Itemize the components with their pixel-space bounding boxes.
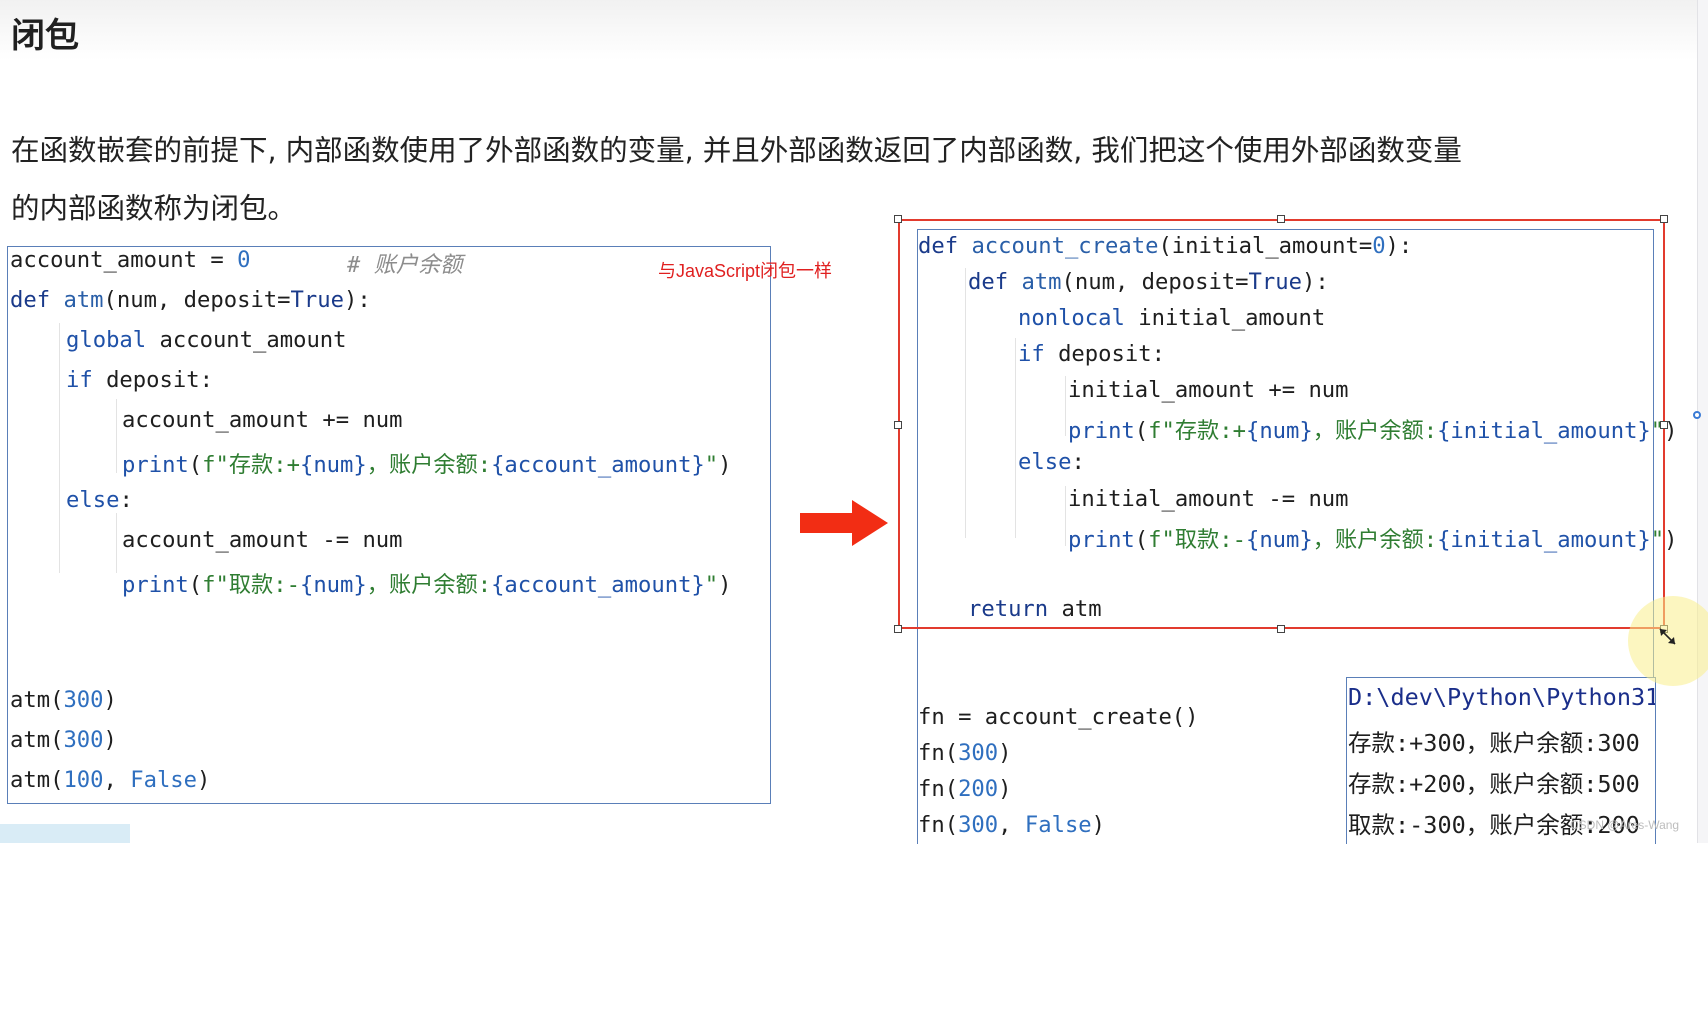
code-interp: {account_amount} [491,452,705,478]
code-number: 300 [63,727,104,753]
code-text: ) [718,572,732,598]
code-string: " [704,572,719,598]
code-string: ，账户余额: [366,452,492,478]
resize-handle-bottom-left[interactable] [894,625,902,633]
code-text: , [998,812,1025,838]
code-text: ) [718,452,732,478]
code-call-4: fn(300, False) [918,812,1105,838]
code-string: " [704,452,719,478]
code-keyword: False [1024,812,1092,838]
code-function: print [122,452,189,478]
indent-guide [59,323,60,573]
code-interp: {account_amount} [491,572,705,598]
code-text: ) [103,687,117,713]
code-line-2: def atm(num, deposit=True): [10,287,371,313]
code-call-1: fn = account_create() [918,704,1199,730]
code-keyword: def [10,287,64,313]
code-function: print [122,572,189,598]
code-text: ) [998,776,1012,802]
code-function: atm [63,287,104,313]
code-number: 300 [958,740,999,766]
description-line-2: 的内部函数称为闭包。 [11,192,297,225]
code-line-1: account_amount = 0 [10,247,250,273]
code-number: 300 [63,687,104,713]
console-line-2: 存款:+200，账户余额:500 [1348,770,1640,798]
code-call-2: atm(300) [10,727,117,753]
code-keyword: else [66,487,120,513]
code-comment: # 账户余额 [347,252,463,278]
code-text: ) [998,740,1012,766]
code-text: ( [188,572,203,598]
indent-guide [116,513,117,573]
code-line-7: else: [66,487,133,513]
code-number: 100 [63,767,104,793]
code-line-6: print(f"存款:+{num}，账户余额:{account_amount}"… [122,447,732,479]
code-text: fn( [918,776,959,802]
code-text: ( [188,452,203,478]
code-interp: {num} [299,572,367,598]
code-call-3: atm(100, False) [10,767,210,793]
page-title: 闭包 [11,16,79,56]
code-text: fn( [918,740,959,766]
code-text: atm( [10,767,64,793]
code-number: 200 [958,776,999,802]
resize-handle-left[interactable] [894,421,902,429]
resize-handle-right[interactable] [1660,421,1668,429]
code-text: ) [1091,812,1106,838]
code-line-8: account_amount -= num [122,527,403,553]
code-string: f"存款:+ [202,452,300,478]
resize-handle-top-right[interactable] [1660,215,1668,223]
description-line-1: 在函数嵌套的前提下, 内部函数使用了外部函数的变量, 并且外部函数返回了内部函数… [11,134,1462,167]
selection-box[interactable] [898,219,1665,629]
resize-handle-top[interactable] [1277,215,1285,223]
code-line-3: global account_amount [66,327,347,353]
code-text: (num, deposit= [103,287,291,313]
code-interp: {num} [299,452,367,478]
resize-handle-bottom[interactable] [1277,625,1285,633]
code-keyword: if [66,367,93,393]
code-keyword: False [130,767,198,793]
annotation-note: 与JavaScript闭包一样 [658,261,833,281]
console-line-1: 存款:+300，账户余额:300 [1348,729,1640,757]
resize-cursor-icon [1659,628,1676,645]
code-line-9: print(f"取款:-{num}，账户余额:{account_amount}"… [122,567,732,599]
watermark: CSDN @Ares-Wang [1570,818,1680,832]
code-call-3: fn(200) [918,776,1012,802]
code-number: 0 [237,247,251,273]
code-keyword: True [290,287,344,313]
code-text: ): [343,287,371,313]
edge-handle-dot[interactable] [1693,411,1701,419]
code-text: ) [103,727,117,753]
window-right-edge [1697,0,1708,843]
code-line-4: if deposit: [66,367,213,393]
right-arrow-icon [800,500,888,546]
code-text: account_amount [146,327,347,353]
code-text: , [103,767,131,793]
code-text: ) [1664,527,1678,553]
code-text: deposit: [92,367,213,393]
code-text: atm( [10,687,64,713]
indent-guide [116,399,117,473]
code-number: 300 [958,812,999,838]
code-text: fn( [918,812,959,838]
resize-handle-top-left[interactable] [894,215,902,223]
left-code-panel: account_amount = 0 # 账户余额 def atm(num, d… [7,246,771,804]
code-text: ) [197,767,211,793]
top-shade [0,0,1708,60]
code-keyword: global [66,327,147,353]
code-string: f"取款:- [202,572,300,598]
code-text: account_amount = [10,247,238,273]
code-call-2: fn(300) [918,740,1012,766]
code-text: atm( [10,727,64,753]
console-path: D:\dev\Python\Python31 [1348,683,1656,711]
code-string: ，账户余额: [366,572,492,598]
code-line-5: account_amount += num [122,407,403,433]
code-text: : [119,487,133,513]
code-call-1: atm(300) [10,687,117,713]
